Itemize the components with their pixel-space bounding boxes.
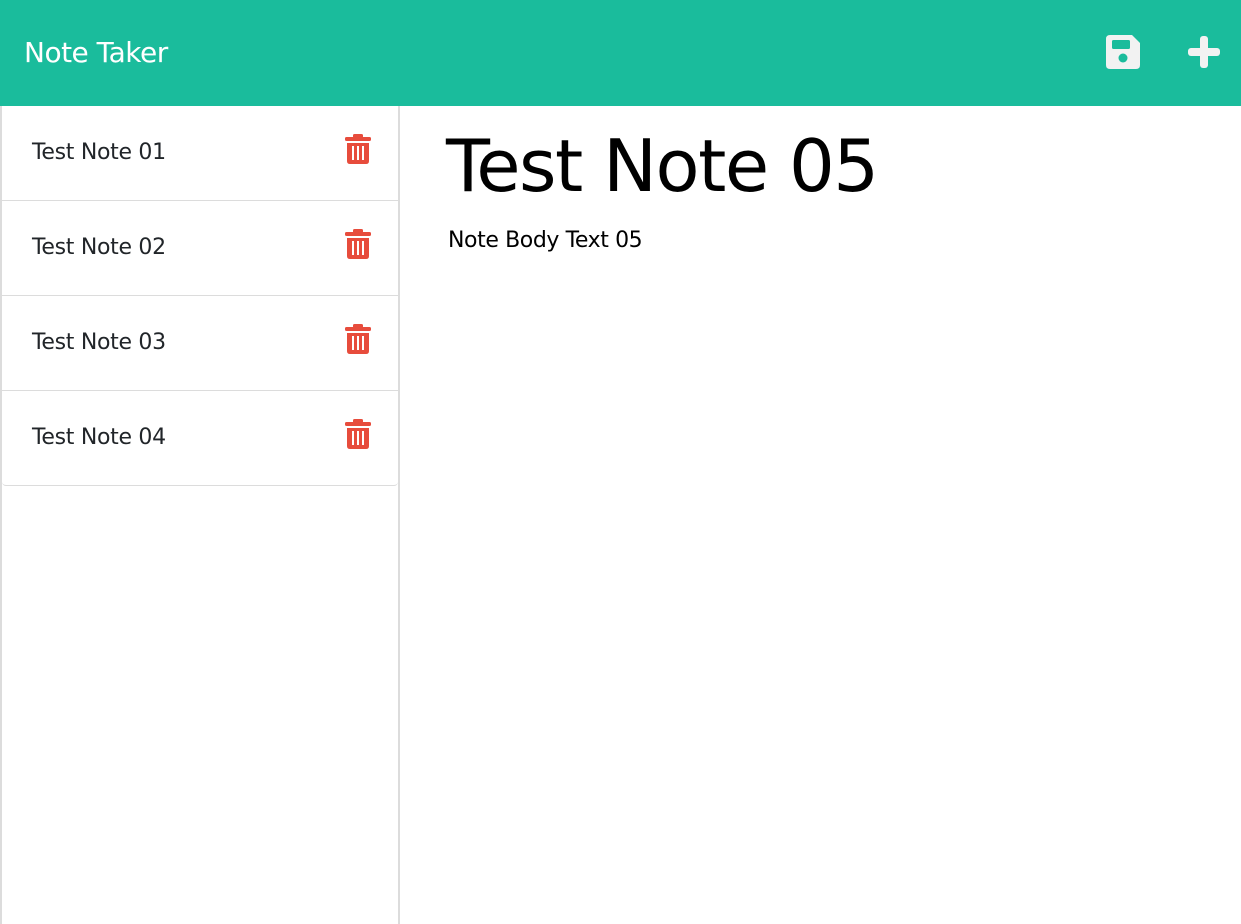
note-list-item[interactable]: Test Note 04: [2, 391, 398, 486]
delete-note-button[interactable]: [344, 229, 372, 259]
note-list-item[interactable]: Test Note 03: [2, 296, 398, 391]
note-editor: Test Note 05 Note Body Text 05: [400, 106, 1241, 924]
note-list-item-title[interactable]: Test Note 03: [32, 328, 166, 358]
note-list-item[interactable]: Test Note 01: [2, 106, 398, 201]
plus-icon: [1188, 36, 1220, 68]
note-list-sidebar: Test Note 01 Test Note 02 Test Note 03 T…: [0, 106, 400, 924]
note-list-item[interactable]: Test Note 02: [2, 201, 398, 296]
note-list-item-title[interactable]: Test Note 04: [32, 423, 166, 453]
delete-note-button[interactable]: [344, 134, 372, 164]
trash-icon: [345, 324, 371, 354]
note-list-item-title[interactable]: Test Note 02: [32, 233, 166, 263]
note-list-item-title[interactable]: Test Note 01: [32, 138, 166, 168]
note-title-input[interactable]: Test Note 05: [446, 124, 879, 208]
trash-icon: [345, 229, 371, 259]
trash-icon: [345, 134, 371, 164]
note-body-textarea[interactable]: Note Body Text 05: [448, 226, 643, 256]
floppy-disk-icon: [1106, 35, 1140, 69]
save-note-button[interactable]: [1104, 33, 1142, 71]
delete-note-button[interactable]: [344, 324, 372, 354]
new-note-button[interactable]: [1185, 33, 1223, 71]
note-list: Test Note 01 Test Note 02 Test Note 03 T…: [2, 106, 398, 486]
navbar: Note Taker: [0, 0, 1241, 106]
delete-note-button[interactable]: [344, 419, 372, 449]
app-title[interactable]: Note Taker: [24, 34, 168, 72]
trash-icon: [345, 419, 371, 449]
